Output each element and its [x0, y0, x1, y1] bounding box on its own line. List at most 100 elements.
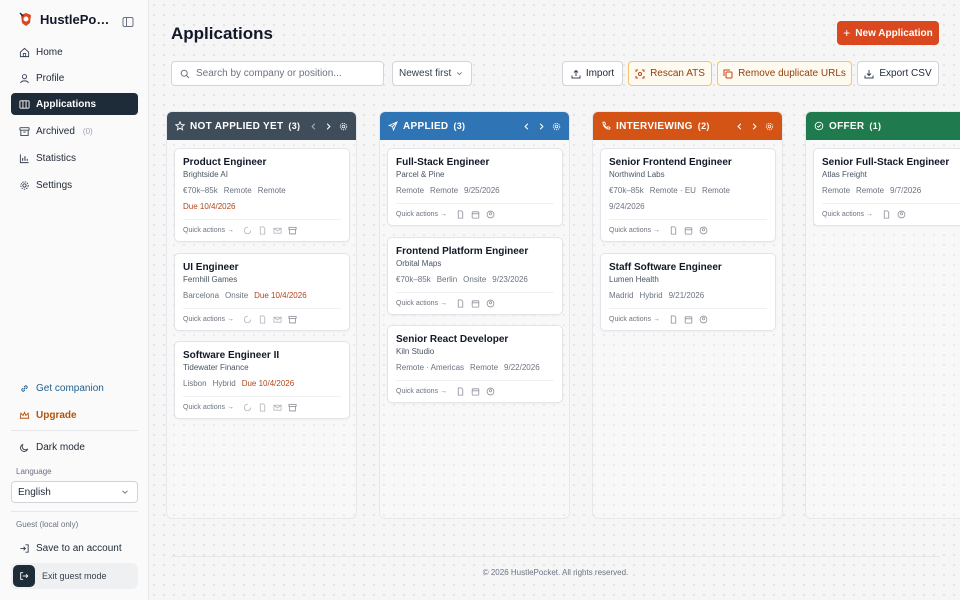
contact-icon[interactable] — [699, 315, 708, 324]
mail-icon[interactable] — [273, 315, 282, 324]
export-csv-button[interactable]: Export CSV — [857, 61, 939, 86]
card-location: Remote · Americas — [396, 363, 465, 372]
document-icon[interactable] — [456, 387, 465, 396]
quick-actions-label[interactable]: Quick actions → — [396, 300, 447, 307]
sidebar-item-label: Home — [36, 46, 63, 58]
column-title: NOT APPLIED YET — [190, 120, 284, 132]
archive-icon[interactable] — [288, 315, 297, 324]
calendar-icon[interactable] — [471, 299, 480, 308]
column-title: APPLIED — [403, 120, 449, 132]
document-icon[interactable] — [258, 403, 267, 412]
document-icon[interactable] — [882, 210, 891, 219]
column-header: NOT APPLIED YET (3) — [167, 112, 356, 140]
user-icon — [20, 73, 29, 83]
apply-icon[interactable] — [243, 226, 252, 235]
contact-icon[interactable] — [897, 210, 906, 219]
quick-actions-label[interactable]: Quick actions → — [609, 316, 660, 323]
archive-icon[interactable] — [288, 403, 297, 412]
contact-icon[interactable] — [486, 387, 495, 396]
quick-actions-label[interactable]: Quick actions → — [609, 227, 660, 234]
import-button[interactable]: Import — [562, 61, 623, 86]
check-circle-icon — [814, 121, 824, 131]
apply-icon[interactable] — [243, 403, 252, 412]
card-worktype: Hybrid — [212, 379, 236, 388]
sidebar-toggle-icon[interactable] — [122, 16, 134, 28]
calendar-icon[interactable] — [684, 315, 693, 324]
application-card[interactable]: Senior Frontend Engineer Northwind Labs … — [600, 148, 776, 242]
application-card[interactable]: Software Engineer II Tidewater Finance L… — [174, 341, 350, 419]
card-location: Remote — [223, 186, 252, 195]
column-header: OFFER (1) — [806, 112, 960, 140]
exit-guest-button[interactable]: Exit guest mode — [11, 563, 138, 589]
column-header: APPLIED (3) — [380, 112, 569, 140]
brand[interactable]: HustlePocket — [18, 11, 112, 27]
scan-icon — [635, 69, 645, 78]
application-card[interactable]: Frontend Platform Engineer Orbital Maps … — [387, 237, 563, 315]
chevron-right-icon[interactable] — [537, 122, 546, 131]
chevron-right-icon[interactable] — [324, 122, 333, 131]
card-salary: €70k–85k — [609, 186, 644, 195]
search-input[interactable] — [196, 68, 376, 79]
search-box[interactable] — [171, 61, 384, 86]
calendar-icon[interactable] — [471, 387, 480, 396]
footer-divider — [171, 556, 940, 557]
application-card[interactable]: Senior React Developer Kiln Studio Remot… — [387, 325, 563, 403]
mail-icon[interactable] — [273, 226, 282, 235]
contact-icon[interactable] — [486, 299, 495, 308]
gear-icon[interactable] — [339, 122, 348, 131]
application-card[interactable]: Senior Full-Stack Engineer Atlas Freight… — [813, 148, 960, 226]
sidebar-item-home[interactable]: Home — [11, 41, 138, 63]
document-icon[interactable] — [456, 210, 465, 219]
rescan-ats-button[interactable]: Rescan ATS — [628, 61, 712, 86]
document-icon[interactable] — [258, 315, 267, 324]
new-application-button[interactable]: + New Application — [837, 21, 939, 45]
language-select[interactable]: English — [11, 481, 138, 503]
archive-icon[interactable] — [288, 226, 297, 235]
sidebar-item-settings[interactable]: Settings — [11, 174, 138, 196]
sidebar-item-statistics[interactable]: Statistics — [11, 147, 138, 169]
quick-actions-label[interactable]: Quick actions → — [822, 211, 873, 218]
document-icon[interactable] — [669, 315, 678, 324]
document-icon[interactable] — [258, 226, 267, 235]
quick-actions-label[interactable]: Quick actions → — [183, 404, 234, 411]
gear-icon[interactable] — [552, 122, 561, 131]
calendar-icon[interactable] — [471, 210, 480, 219]
upgrade-link[interactable]: Upgrade — [11, 404, 138, 426]
sidebar-item-archived[interactable]: Archived (0) — [11, 120, 138, 142]
card-company: Kiln Studio — [396, 347, 435, 356]
card-title: Full-Stack Engineer — [396, 157, 490, 168]
card-title: Senior React Developer — [396, 334, 509, 345]
card-location: Berlin — [436, 275, 458, 284]
sidebar-item-applications[interactable]: Applications — [11, 93, 138, 115]
chevron-left-icon[interactable] — [735, 122, 744, 131]
chevron-right-icon[interactable] — [750, 122, 759, 131]
sort-select[interactable]: Newest first — [392, 61, 472, 86]
chevron-left-icon[interactable] — [309, 122, 318, 131]
apply-icon[interactable] — [243, 315, 252, 324]
chevron-left-icon[interactable] — [522, 122, 531, 131]
chevron-down-icon — [457, 72, 462, 76]
calendar-icon[interactable] — [684, 226, 693, 235]
quick-actions-label[interactable]: Quick actions → — [183, 316, 234, 323]
document-icon[interactable] — [456, 299, 465, 308]
application-card[interactable]: Full-Stack Engineer Parcel & Pine Remote… — [387, 148, 563, 226]
gear-icon[interactable] — [765, 122, 774, 131]
contact-icon[interactable] — [486, 210, 495, 219]
application-card[interactable]: UI Engineer Fernhill Games Barcelona Ons… — [174, 253, 350, 331]
quick-actions-label[interactable]: Quick actions → — [396, 388, 447, 395]
application-card[interactable]: Staff Software Engineer Lumen Health Mad… — [600, 253, 776, 331]
get-companion-link[interactable]: Get companion — [11, 377, 138, 399]
mail-icon[interactable] — [273, 403, 282, 412]
sidebar-item-profile[interactable]: Profile — [11, 67, 138, 89]
quick-actions-label[interactable]: Quick actions → — [396, 211, 447, 218]
quick-actions-label[interactable]: Quick actions → — [183, 227, 234, 234]
application-card[interactable]: Product Engineer Brightside AI €70k–85k … — [174, 148, 350, 242]
app-name: HustlePocket — [40, 11, 112, 27]
card-title: Senior Frontend Engineer — [609, 157, 732, 168]
card-due-date: Due 10/4/2026 — [254, 291, 307, 300]
remove-duplicates-button[interactable]: Remove duplicate URLs — [717, 61, 852, 86]
dark-mode-toggle[interactable]: Dark mode — [11, 436, 138, 458]
document-icon[interactable] — [669, 226, 678, 235]
contact-icon[interactable] — [699, 226, 708, 235]
save-account-link[interactable]: Save to an account — [11, 537, 138, 559]
